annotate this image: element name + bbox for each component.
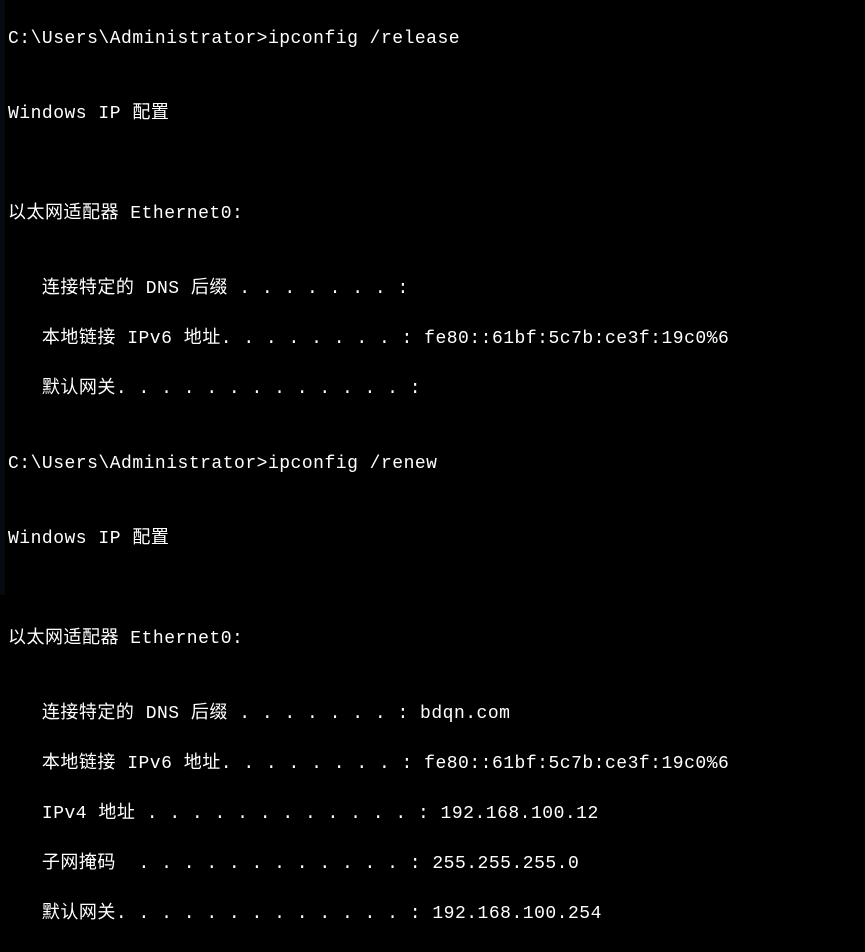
default-gateway-line: 默认网关. . . . . . . . . . . . . : 192.168.…	[8, 902, 865, 927]
ipv6-link-local-line: 本地链接 IPv6 地址. . . . . . . . : fe80::61bf…	[8, 327, 865, 352]
ip-config-header: Windows IP 配置	[8, 527, 865, 552]
prompt-line-2: C:\Users\Administrator>ipconfig /renew	[8, 452, 865, 477]
dns-suffix-line: 连接特定的 DNS 后缀 . . . . . . . : bdqn.com	[8, 702, 865, 727]
left-edge-artifact	[0, 0, 5, 595]
ip-config-header: Windows IP 配置	[8, 102, 865, 127]
prompt-text: C:\Users\Administrator>	[8, 454, 268, 474]
command-text: ipconfig /renew	[268, 454, 438, 474]
command-text: ipconfig /release	[268, 29, 460, 49]
adapter-title: 以太网适配器 Ethernet0:	[8, 627, 865, 652]
ipv6-link-local-line: 本地链接 IPv6 地址. . . . . . . . : fe80::61bf…	[8, 752, 865, 777]
dns-suffix-line: 连接特定的 DNS 后缀 . . . . . . . :	[8, 277, 865, 302]
terminal-output: C:\Users\Administrator>ipconfig /release…	[8, 2, 865, 952]
subnet-mask-line: 子网掩码 . . . . . . . . . . . . : 255.255.2…	[8, 852, 865, 877]
default-gateway-line: 默认网关. . . . . . . . . . . . . :	[8, 377, 865, 402]
prompt-line-1: C:\Users\Administrator>ipconfig /release	[8, 27, 865, 52]
ipv4-address-line: IPv4 地址 . . . . . . . . . . . . : 192.16…	[8, 802, 865, 827]
prompt-text: C:\Users\Administrator>	[8, 29, 268, 49]
adapter-title: 以太网适配器 Ethernet0:	[8, 202, 865, 227]
